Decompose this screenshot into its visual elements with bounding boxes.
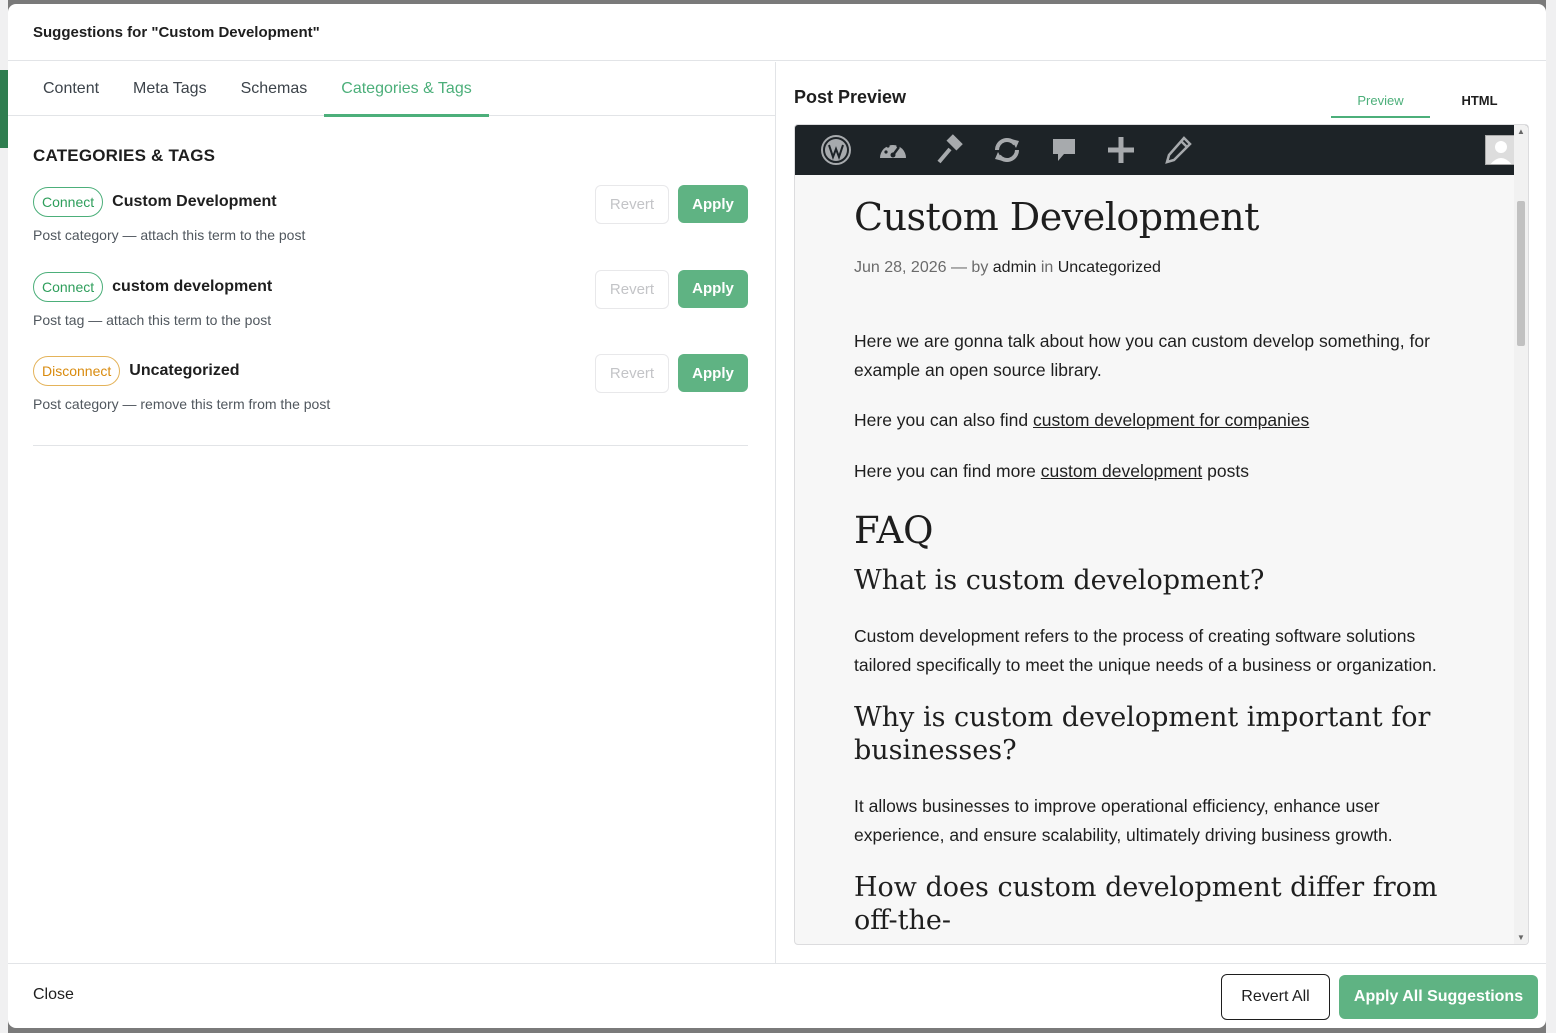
preview-scrollbar[interactable]: ▲ ▼: [1514, 125, 1528, 944]
term-name: custom development: [112, 277, 273, 295]
preview-frame[interactable]: ▲ ▼ Custom Development Jun 28, 2026 — by…: [794, 124, 1529, 945]
suggestions-pane: Content Meta Tags Schemas Categories & T…: [8, 62, 776, 964]
categories-tags-section: CATEGORIES & TAGS Connect Custom Develop…: [8, 116, 775, 446]
faq-heading: FAQ: [854, 509, 934, 552]
background-page-right: [1546, 0, 1556, 1033]
customize-icon[interactable]: [921, 125, 978, 175]
tab-schemas[interactable]: Schemas: [224, 62, 325, 116]
modal-title: Suggestions for "Custom Development": [33, 23, 320, 41]
paragraph-text: posts: [1202, 460, 1249, 481]
revert-all-button[interactable]: Revert All: [1221, 974, 1330, 1020]
new-content-icon[interactable]: [1092, 125, 1149, 175]
tab-preview[interactable]: Preview: [1331, 84, 1430, 118]
faq-answer: Custom development refers to the process…: [854, 626, 1437, 675]
scroll-down-arrow-icon[interactable]: ▼: [1517, 933, 1525, 942]
apply-all-button[interactable]: Apply All Suggestions: [1339, 975, 1538, 1019]
faq-question: Why is custom development important for …: [854, 702, 1431, 766]
term-description: Post category — attach this term to the …: [33, 227, 306, 243]
tab-categories-tags[interactable]: Categories & Tags: [324, 62, 490, 117]
post-title: Custom Development: [854, 195, 1259, 239]
modal-header: Suggestions for "Custom Development": [8, 4, 1546, 61]
wp-admin-bar: [795, 125, 1528, 175]
term-name: Uncategorized: [129, 362, 240, 379]
scrollbar-thumb[interactable]: [1517, 201, 1525, 346]
post-meta: Jun 28, 2026 — by admin in Uncategorized: [854, 259, 1455, 277]
modal-footer: Close Revert All Apply All Suggestions: [8, 963, 1546, 1028]
post-author[interactable]: admin: [993, 259, 1037, 276]
suggestion-item: Connect Custom Development Post category…: [33, 185, 748, 272]
faq-question: What is custom development?: [854, 565, 1265, 596]
paragraph-text: Here you can find more: [854, 460, 1041, 481]
scroll-up-arrow-icon[interactable]: ▲: [1517, 127, 1525, 136]
tab-html[interactable]: HTML: [1430, 84, 1529, 116]
revert-button[interactable]: Revert: [595, 269, 669, 309]
custom-development-link[interactable]: custom development: [1041, 461, 1202, 481]
modal-body: Content Meta Tags Schemas Categories & T…: [8, 62, 1546, 964]
section-title: CATEGORIES & TAGS: [33, 146, 216, 165]
suggestions-modal: Suggestions for "Custom Development" Con…: [8, 4, 1546, 1028]
background-page-left: [0, 0, 8, 1033]
revert-button[interactable]: Revert: [595, 354, 669, 393]
term-name: Custom Development: [112, 193, 277, 210]
suggestion-tabs: Content Meta Tags Schemas Categories & T…: [8, 62, 775, 117]
faq-answer: It allows businesses to improve operatio…: [854, 796, 1393, 845]
post-category[interactable]: Uncategorized: [1058, 259, 1161, 276]
paragraph-text: Here you can also find: [854, 410, 1033, 430]
tab-meta-tags[interactable]: Meta Tags: [116, 62, 224, 116]
apply-button[interactable]: Apply: [678, 354, 748, 392]
post-article: Custom Development Jun 28, 2026 — by adm…: [795, 175, 1455, 937]
suggestion-item: Connect custom development Post tag — at…: [33, 269, 748, 357]
wordpress-logo-icon[interactable]: [807, 125, 864, 175]
faq-question: How does custom development differ from …: [854, 872, 1438, 936]
post-paragraph: Here you can find more custom developmen…: [854, 457, 1455, 486]
edit-icon[interactable]: [1149, 125, 1206, 175]
avatar[interactable]: [1485, 135, 1515, 165]
disconnect-badge: Disconnect: [33, 356, 121, 386]
preview-title: Post Preview: [794, 87, 907, 107]
updates-icon[interactable]: [978, 125, 1035, 175]
companies-link[interactable]: custom development for companies: [1033, 410, 1309, 430]
section-divider: [33, 444, 748, 446]
tab-content[interactable]: Content: [26, 62, 116, 116]
apply-button[interactable]: Apply: [678, 269, 748, 308]
preview-pane: Post Preview Preview HTML ▲ ▼ Custom Dev…: [776, 62, 1546, 964]
close-button[interactable]: Close: [33, 986, 74, 1004]
dashboard-icon[interactable]: [864, 125, 921, 175]
connect-badge: Connect: [33, 271, 104, 302]
apply-button[interactable]: Apply: [678, 185, 748, 223]
post-paragraph: Here we are gonna talk about how you can…: [854, 331, 1430, 380]
preview-mode-tabs: Preview HTML: [1331, 84, 1529, 118]
post-in-separator: in: [1040, 259, 1054, 276]
comments-icon[interactable]: [1035, 125, 1092, 175]
post-date: Jun 28, 2026: [854, 259, 947, 276]
suggestion-item: Disconnect Uncategorized Post category —…: [33, 354, 748, 441]
term-description: Post tag — attach this term to the post: [33, 311, 272, 328]
background-accent-strip: [0, 70, 8, 148]
post-by-separator: — by: [950, 259, 989, 276]
revert-button[interactable]: Revert: [595, 185, 669, 224]
term-description: Post category — remove this term from th…: [33, 396, 331, 412]
post-paragraph: Here you can also find custom developmen…: [854, 406, 1455, 435]
connect-badge: Connect: [33, 187, 104, 217]
